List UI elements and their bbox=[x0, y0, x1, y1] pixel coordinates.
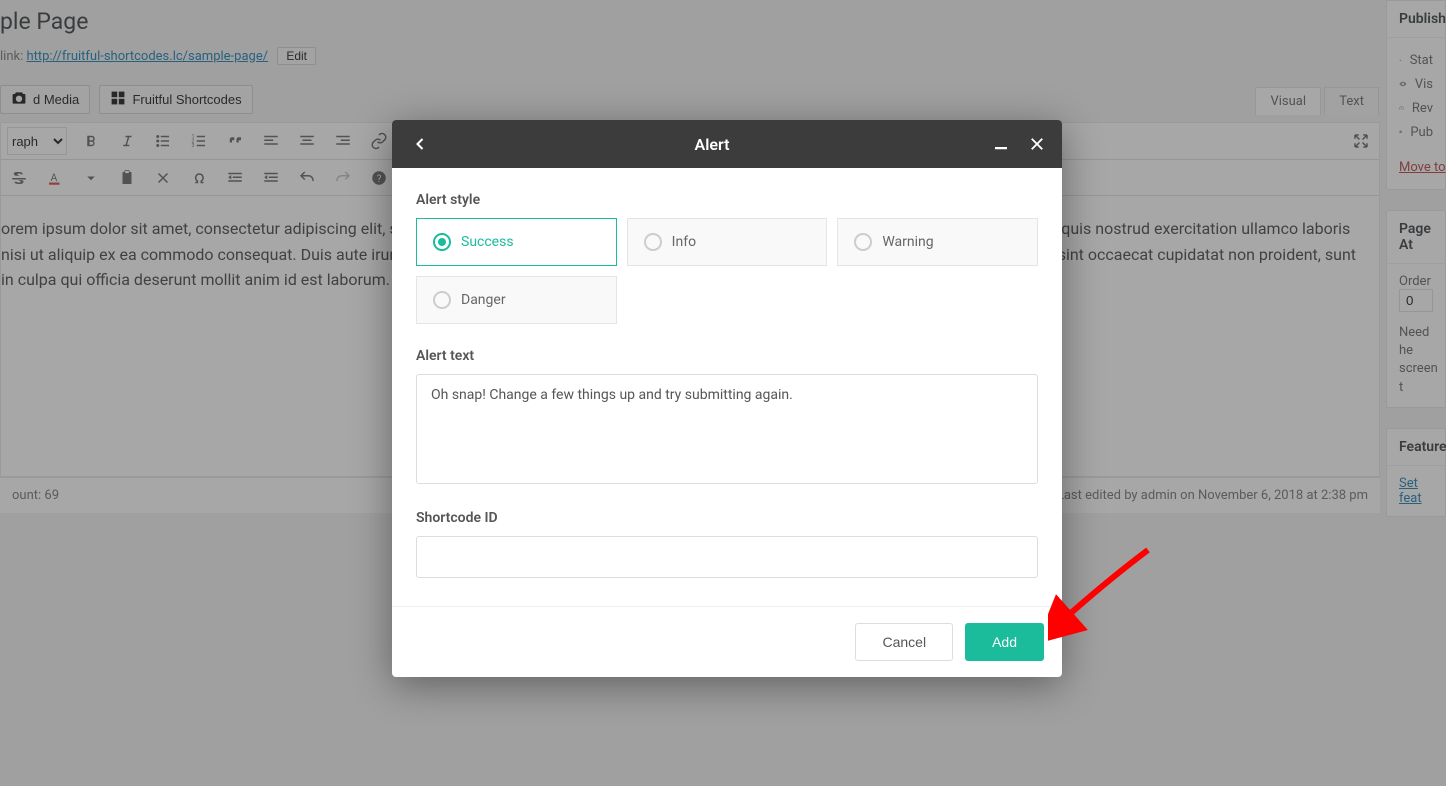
radio-icon bbox=[644, 233, 662, 251]
radio-label: Warning bbox=[882, 234, 933, 250]
alert-modal: Alert Alert style Success Info Warning bbox=[392, 120, 1062, 677]
shortcode-id-label: Shortcode ID bbox=[416, 510, 1038, 526]
shortcode-id-input[interactable] bbox=[416, 536, 1038, 578]
alert-style-label: Alert style bbox=[416, 192, 1038, 208]
radio-label: Success bbox=[461, 234, 514, 250]
radio-warning[interactable]: Warning bbox=[837, 218, 1038, 266]
radio-danger[interactable]: Danger bbox=[416, 276, 617, 324]
radio-icon bbox=[433, 233, 451, 251]
back-button[interactable] bbox=[408, 132, 432, 156]
cancel-button[interactable]: Cancel bbox=[855, 623, 953, 661]
modal-header: Alert bbox=[392, 120, 1062, 168]
radio-info[interactable]: Info bbox=[627, 218, 828, 266]
minimize-button[interactable] bbox=[992, 132, 1010, 156]
close-button[interactable] bbox=[1028, 132, 1046, 156]
radio-icon bbox=[854, 233, 872, 251]
modal-title: Alert bbox=[432, 135, 992, 154]
modal-body: Alert style Success Info Warning Danger … bbox=[392, 168, 1062, 586]
radio-label: Info bbox=[672, 234, 696, 250]
alert-text-input[interactable]: Oh snap! Change a few things up and try … bbox=[416, 374, 1038, 484]
radio-success[interactable]: Success bbox=[416, 218, 617, 266]
alert-text-label: Alert text bbox=[416, 348, 1038, 364]
alert-style-options: Success Info Warning Danger bbox=[416, 218, 1038, 324]
radio-icon bbox=[433, 291, 451, 309]
add-button[interactable]: Add bbox=[965, 623, 1044, 661]
modal-footer: Cancel Add bbox=[392, 606, 1062, 677]
radio-label: Danger bbox=[461, 292, 506, 308]
